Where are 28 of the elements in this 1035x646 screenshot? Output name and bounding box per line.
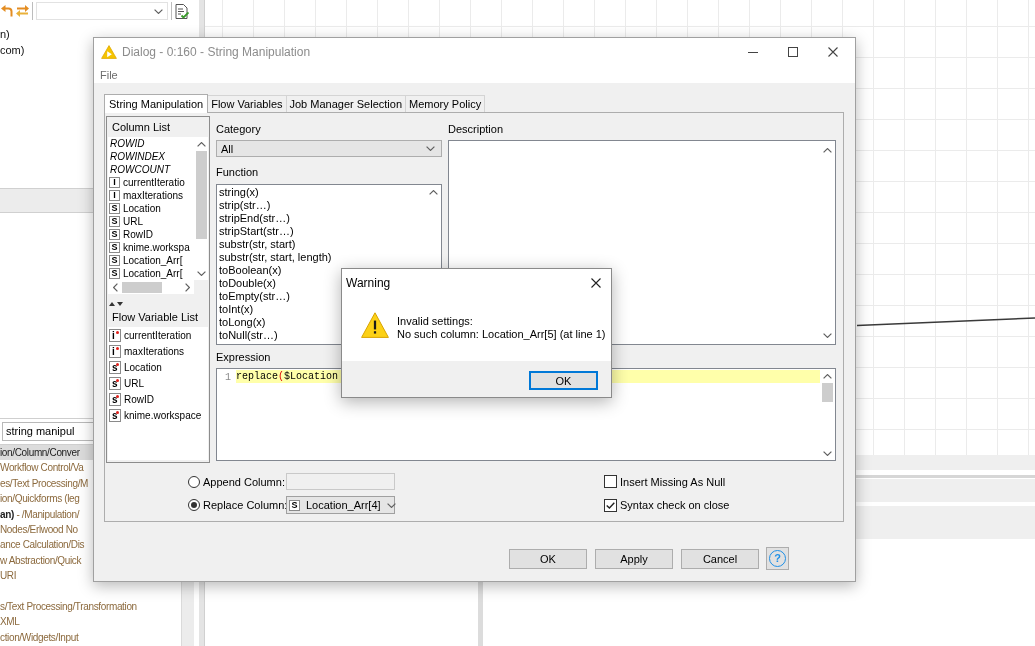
window-title: Warning <box>346 275 391 290</box>
field-label: Function <box>216 165 259 180</box>
list-title: Flow Variable List <box>111 310 199 325</box>
column-type-icon: S <box>109 255 120 266</box>
field-label: Category <box>216 122 261 137</box>
column-type-icon: S <box>109 203 120 214</box>
column-type-icon: S <box>109 216 120 227</box>
variable-type-icon: s <box>109 408 121 422</box>
column-type-icon: I <box>109 177 120 188</box>
variable-type-icon: i <box>109 344 121 358</box>
column-type-icon: I <box>109 190 120 201</box>
variable-type-icon: s <box>109 376 121 390</box>
field-label: Description <box>448 122 504 137</box>
list-title: Column List <box>111 120 172 135</box>
radio-label: Replace Column: <box>203 499 288 511</box>
checkbox-label: Insert Missing As Null <box>620 475 726 488</box>
variable-type-icon: i <box>109 328 121 342</box>
column-type-icon: S <box>109 242 120 253</box>
column-type-icon: S <box>109 268 120 279</box>
column-type-icon: S <box>289 499 300 511</box>
variable-type-icon: s <box>109 392 121 406</box>
radio-label: Append Column: <box>203 475 285 488</box>
line-number: 1 <box>225 372 231 383</box>
column-type-icon: S <box>109 229 120 240</box>
variable-type-icon: s <box>109 360 121 374</box>
field-label: Expression <box>216 349 271 364</box>
window-title: Dialog - 0:160 - String Manipulation <box>122 45 311 59</box>
checkbox-label: Syntax check on close <box>620 499 730 511</box>
